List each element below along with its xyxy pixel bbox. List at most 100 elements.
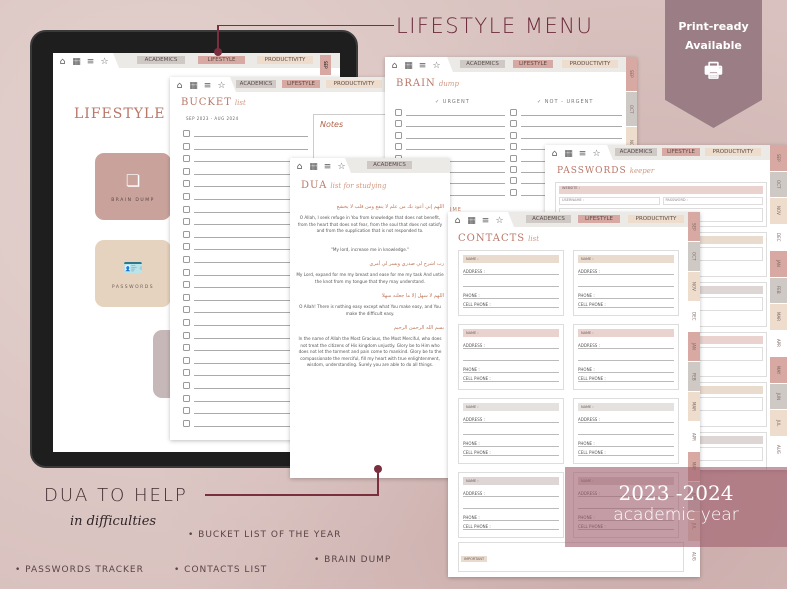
month-tab-dec[interactable]: DEC [770, 224, 787, 251]
month-tab-may[interactable]: MAY [770, 357, 787, 384]
line-field[interactable] [406, 133, 505, 139]
star-icon[interactable]: ☆ [592, 149, 601, 159]
home-icon[interactable]: ⌂ [453, 216, 462, 226]
line-field[interactable] [521, 133, 622, 139]
checkbox[interactable] [183, 268, 190, 276]
checkbox[interactable] [183, 180, 190, 188]
checkbox[interactable] [183, 319, 190, 326]
tab-academics[interactable]: ACADEMICS [615, 148, 657, 156]
cell-phone-field[interactable]: CELL PHONE : [578, 301, 674, 308]
tab-lifestyle[interactable]: LIFESTYLE [513, 60, 553, 68]
name-field[interactable]: NAME : [463, 477, 559, 485]
month-tab-sep[interactable]: SEP [688, 212, 700, 242]
checkbox[interactable] [183, 344, 190, 352]
calendar-icon[interactable]: ▦ [404, 61, 413, 71]
name-field[interactable]: NAME : [463, 255, 559, 263]
month-tab-oct[interactable]: OCT [770, 171, 787, 198]
tab-productivity[interactable]: PRODUCTIVITY [705, 148, 761, 156]
address-line[interactable] [463, 354, 559, 361]
star-icon[interactable]: ☆ [217, 81, 226, 91]
address-line[interactable] [463, 502, 559, 509]
tab-academics[interactable]: ACADEMICS [236, 80, 276, 88]
username-field[interactable]: USERNAME : [559, 197, 660, 205]
home-icon[interactable]: ⌂ [58, 57, 67, 67]
tab-academics[interactable]: ACADEMICS [460, 60, 505, 68]
checkbox[interactable] [510, 120, 517, 128]
cell-phone-field[interactable]: CELL PHONE : [578, 375, 674, 382]
checkbox[interactable] [510, 177, 517, 185]
month-tab-nov[interactable]: NOV [770, 198, 787, 225]
name-field[interactable]: NAME : [578, 329, 674, 337]
checklist-row[interactable] [395, 142, 505, 151]
phone-field[interactable]: PHONE : [578, 366, 674, 373]
checkbox[interactable] [510, 188, 517, 196]
checkbox[interactable] [510, 109, 517, 116]
tab-lifestyle[interactable]: LIFESTYLE [662, 148, 700, 156]
checkbox[interactable] [183, 167, 190, 175]
month-tab-apr[interactable]: APR [770, 330, 787, 357]
calendar-icon[interactable]: ▦ [72, 57, 81, 67]
checkbox[interactable] [183, 419, 190, 427]
line-field[interactable] [406, 110, 505, 116]
line-field[interactable] [194, 144, 308, 150]
checkbox[interactable] [510, 143, 517, 151]
checklist-row[interactable] [395, 108, 505, 116]
month-tab-oct[interactable]: OCT [626, 92, 637, 127]
menu-icon[interactable]: ≡ [203, 81, 212, 91]
address-field[interactable]: ADDRESS : [578, 342, 674, 349]
home-icon[interactable]: ⌂ [390, 61, 399, 71]
address-field[interactable]: ADDRESS : [463, 268, 559, 275]
tab-productivity[interactable]: PRODUCTIVITY [326, 80, 382, 88]
menu-icon[interactable]: ≡ [418, 61, 427, 71]
phone-field[interactable]: PHONE : [463, 366, 559, 373]
month-tab-feb[interactable]: FEB [688, 362, 700, 392]
checkbox[interactable] [183, 306, 190, 314]
address-line[interactable] [578, 280, 674, 287]
month-tab-sep[interactable]: SEP [320, 55, 331, 75]
tab-academics[interactable]: ACADEMICS [367, 161, 412, 169]
line-field[interactable] [194, 131, 308, 137]
name-field[interactable]: NAME : [463, 403, 559, 411]
tab-lifestyle[interactable]: LIFESTYLE [578, 215, 620, 223]
checkbox[interactable] [183, 193, 190, 200]
address-field[interactable]: ADDRESS : [578, 268, 674, 275]
menu-icon[interactable]: ≡ [86, 57, 95, 67]
checklist-row[interactable] [510, 108, 622, 116]
tab-productivity[interactable]: PRODUCTIVITY [257, 56, 313, 64]
month-tab-mar[interactable]: MAR [688, 392, 700, 422]
checkbox[interactable] [183, 155, 190, 163]
phone-field[interactable]: PHONE : [463, 292, 559, 299]
address-line[interactable] [578, 354, 674, 361]
checkbox[interactable] [510, 166, 517, 173]
cell-phone-field[interactable]: CELL PHONE : [463, 301, 559, 308]
tab-lifestyle[interactable]: LIFESTYLE [282, 80, 320, 88]
checkbox[interactable] [183, 394, 190, 402]
checkbox[interactable] [183, 331, 190, 339]
star-icon[interactable]: ☆ [432, 61, 441, 71]
line-field[interactable] [406, 144, 505, 151]
checkbox[interactable] [183, 230, 190, 238]
checkbox[interactable] [183, 243, 190, 251]
checklist-row[interactable] [510, 119, 622, 128]
checkbox[interactable] [183, 205, 190, 213]
calendar-icon[interactable]: ▦ [189, 81, 198, 91]
tab-productivity[interactable]: PRODUCTIVITY [628, 215, 684, 223]
cell-phone-field[interactable]: CELL PHONE : [578, 449, 674, 456]
checklist-row[interactable] [183, 129, 308, 137]
calendar-icon[interactable]: ▦ [309, 162, 318, 172]
phone-field[interactable]: PHONE : [463, 514, 559, 521]
line-field[interactable] [521, 110, 622, 116]
checklist-row[interactable] [183, 142, 308, 150]
address-line[interactable] [578, 428, 674, 435]
line-field[interactable] [406, 121, 505, 128]
notes-box[interactable]: Notes [313, 114, 385, 159]
month-tab-jan[interactable]: JAN [688, 332, 700, 362]
checklist-row[interactable] [395, 119, 505, 128]
checkbox[interactable] [183, 130, 190, 137]
month-tab-oct[interactable]: OCT [688, 242, 700, 272]
tab-productivity[interactable]: PRODUCTIVITY [562, 60, 618, 68]
phone-field[interactable]: PHONE : [463, 440, 559, 447]
checkbox[interactable] [395, 143, 402, 151]
calendar-icon[interactable]: ▦ [564, 149, 573, 159]
password-field[interactable]: PASSWORD : [662, 197, 763, 205]
